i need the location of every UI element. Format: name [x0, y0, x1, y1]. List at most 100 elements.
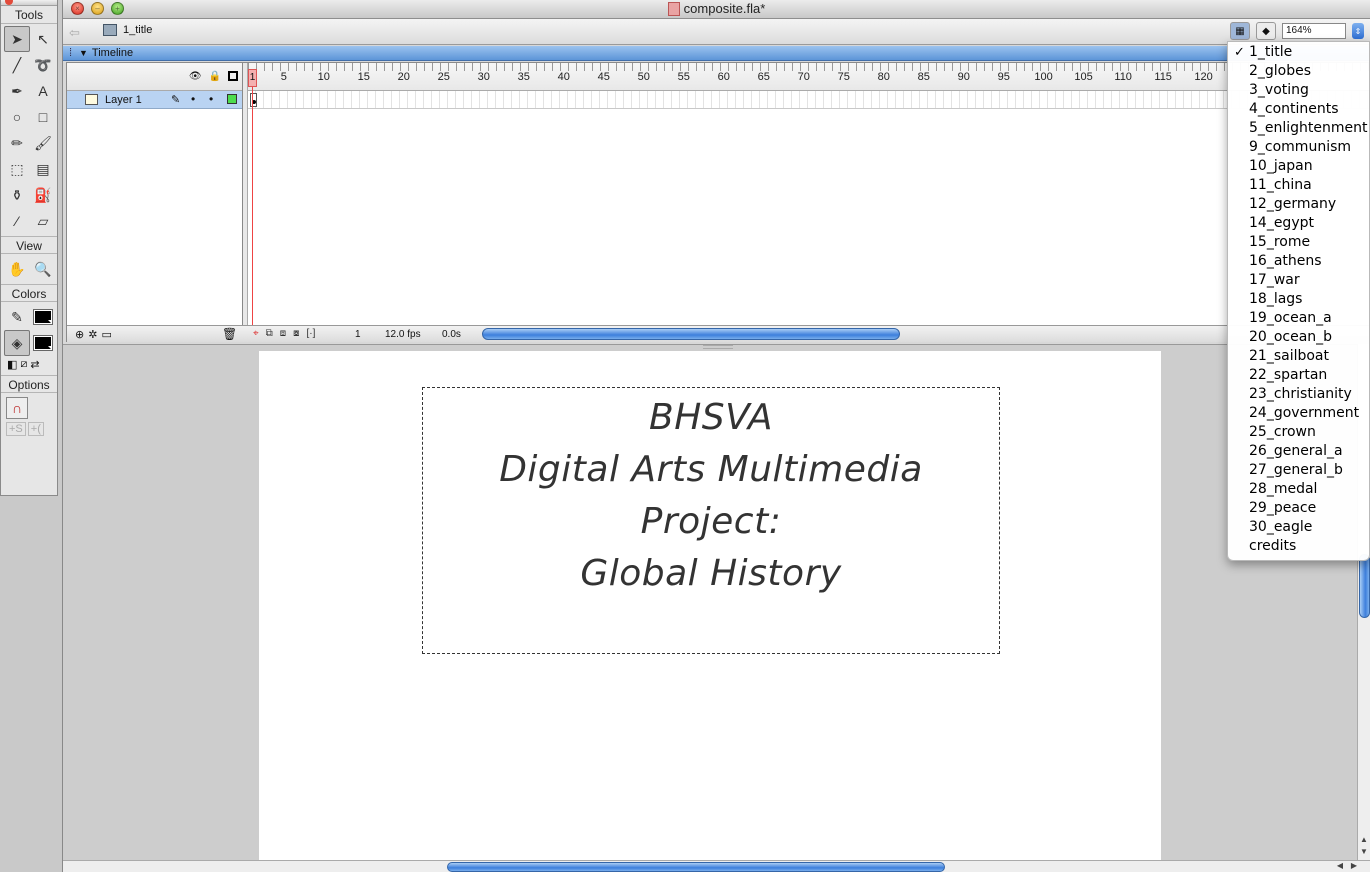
edit-multiple-icon[interactable]: ⧇: [293, 328, 299, 339]
scene-menu-item[interactable]: 2_globes: [1228, 62, 1369, 81]
scroll-right-arrow-icon[interactable]: ▶: [1351, 861, 1357, 870]
scene-menu-item[interactable]: credits: [1228, 537, 1369, 556]
eyedropper-icon[interactable]: ⁄: [4, 208, 30, 234]
timeline-scroll-thumb[interactable]: [482, 328, 900, 340]
visibility-dot[interactable]: •: [191, 92, 195, 106]
vertical-scroll-thumb[interactable]: [1359, 554, 1370, 618]
black-white-icon[interactable]: ◧: [7, 358, 17, 371]
horizontal-scroll-thumb[interactable]: [447, 862, 945, 872]
scene-menu-item[interactable]: 18_lags: [1228, 290, 1369, 309]
scene-menu-item[interactable]: 24_government: [1228, 404, 1369, 423]
outline-icon[interactable]: [228, 71, 238, 81]
onion-outline-icon[interactable]: ⧈: [280, 328, 286, 339]
ruler-number: 30: [477, 71, 490, 83]
back-arrow-icon[interactable]: ⇦: [69, 25, 80, 41]
scene-menu-item[interactable]: 12_germany: [1228, 195, 1369, 214]
scene-menu-item[interactable]: 4_continents: [1228, 100, 1369, 119]
layer-outline-color[interactable]: [227, 94, 237, 104]
stroke-color-swatch[interactable]: [30, 304, 56, 330]
lasso-icon[interactable]: ➰: [30, 52, 56, 78]
frame-ruler[interactable]: 5 10 15 20 25 30 35 40 45 50 55 60 65 70 75 80 85 90 95 100…: [248, 63, 1370, 91]
zoom-input[interactable]: 164%: [1282, 23, 1346, 39]
scene-menu-item[interactable]: 20_ocean_b: [1228, 328, 1369, 347]
scene-menu-item[interactable]: 19_ocean_a: [1228, 309, 1369, 328]
lock-icon[interactable]: 🔒: [209, 71, 221, 82]
playhead[interactable]: 1: [248, 69, 257, 87]
white-arrow-icon[interactable]: ↖: [30, 26, 56, 52]
scene-menu-item[interactable]: 10_japan: [1228, 157, 1369, 176]
timeline-header[interactable]: ⁞ ▼ Timeline: [63, 46, 1370, 61]
straighten-icon[interactable]: +(: [27, 422, 44, 436]
rectangle-icon[interactable]: □: [30, 104, 56, 130]
snap-magnet-icon[interactable]: ∩: [6, 397, 28, 419]
pen-icon[interactable]: ✒: [4, 78, 30, 104]
stage[interactable]: BHSVA Digital Arts Multimedia Project: G…: [259, 351, 1161, 867]
eye-icon[interactable]: 👁: [189, 71, 202, 82]
close-window-button[interactable]: ×: [71, 2, 84, 15]
resize-grip[interactable]: [703, 345, 733, 349]
scroll-left-arrow-icon[interactable]: ◀: [1337, 861, 1343, 870]
add-layer-icon[interactable]: ⊕: [75, 328, 84, 341]
zoom-dropdown-arrow[interactable]: ⇕: [1352, 23, 1364, 39]
scene-menu-item[interactable]: 26_general_a: [1228, 442, 1369, 461]
fill-color-swatch[interactable]: [30, 330, 56, 356]
line-icon[interactable]: ╱: [4, 52, 30, 78]
center-frame-icon[interactable]: ⌖: [253, 328, 259, 339]
arrow-icon[interactable]: ➤: [4, 26, 30, 52]
text-icon[interactable]: A: [30, 78, 56, 104]
scene-menu-item[interactable]: 21_sailboat: [1228, 347, 1369, 366]
scene-menu-item[interactable]: 17_war: [1228, 271, 1369, 290]
no-color-icon[interactable]: ⧄: [20, 358, 27, 371]
layer-row[interactable]: Layer 1 ✎ • •: [67, 91, 242, 109]
paint-bucket-icon[interactable]: ⛽: [30, 182, 56, 208]
scene-menu-item[interactable]: 25_crown: [1228, 423, 1369, 442]
frame-rate[interactable]: 12.0 fps: [385, 329, 421, 340]
zoom-window-button[interactable]: +: [111, 2, 124, 15]
scene-menu-item[interactable]: 15_rome: [1228, 233, 1369, 252]
lock-dot[interactable]: •: [209, 92, 213, 106]
scene-menu-item[interactable]: 5_enlightenment: [1228, 119, 1369, 138]
frame-row[interactable]: [248, 91, 1370, 109]
collapse-triangle-icon[interactable]: ▼: [79, 46, 88, 60]
fill-color-icon[interactable]: ◈: [4, 330, 30, 356]
scene-menu-item[interactable]: ✓ 1_title: [1228, 43, 1369, 62]
eraser-icon[interactable]: ▱: [30, 208, 56, 234]
brush-icon[interactable]: 🖌: [30, 130, 56, 156]
scene-menu-item[interactable]: 29_peace: [1228, 499, 1369, 518]
horizontal-scrollbar[interactable]: ◀ ▶: [63, 860, 1370, 872]
onion-skin-icon[interactable]: ⧉: [266, 328, 273, 339]
stage-text-field[interactable]: BHSVA Digital Arts Multimedia Project: G…: [422, 387, 1000, 654]
scroll-down-arrow-icon[interactable]: ▼: [1360, 847, 1368, 856]
minimize-window-button[interactable]: –: [91, 2, 104, 15]
ink-bottle-icon[interactable]: ⚱: [4, 182, 30, 208]
scene-menu-item[interactable]: 22_spartan: [1228, 366, 1369, 385]
oval-icon[interactable]: ○: [4, 104, 30, 130]
scene-menu-item[interactable]: 28_medal: [1228, 480, 1369, 499]
frames-area[interactable]: 5 10 15 20 25 30 35 40 45 50 55 60 65 70 75 80 85 90 95 100…: [248, 63, 1370, 325]
scene-menu-item[interactable]: 30_eagle: [1228, 518, 1369, 537]
scene-menu-item[interactable]: 16_athens: [1228, 252, 1369, 271]
scroll-up-arrow-icon[interactable]: ▲: [1360, 835, 1368, 844]
free-transform-icon[interactable]: ⬚: [4, 156, 30, 182]
scene-menu-item[interactable]: 11_china: [1228, 176, 1369, 195]
onion-markers-icon[interactable]: [·]: [307, 328, 316, 339]
pencil-icon[interactable]: ✏: [4, 130, 30, 156]
add-folder-icon[interactable]: ▭: [101, 328, 111, 341]
swap-colors-icon[interactable]: ⇄: [30, 358, 39, 371]
scene-menu-item[interactable]: 27_general_b: [1228, 461, 1369, 480]
breadcrumb[interactable]: 1_title: [103, 24, 152, 36]
smooth-icon[interactable]: +S: [6, 422, 26, 436]
trash-icon[interactable]: 🗑: [222, 327, 237, 341]
tools-close-button[interactable]: [5, 0, 13, 5]
edit-scene-button[interactable]: ▦: [1230, 22, 1250, 40]
zoom-icon[interactable]: 🔍: [30, 256, 56, 282]
scene-menu-item[interactable]: 3_voting: [1228, 81, 1369, 100]
edit-symbol-button[interactable]: ◆: [1256, 22, 1276, 40]
scene-menu-item[interactable]: 9_communism: [1228, 138, 1369, 157]
hand-icon[interactable]: ✋: [4, 256, 30, 282]
add-guide-layer-icon[interactable]: ✲: [88, 328, 97, 341]
gradient-transform-icon[interactable]: ▤: [30, 156, 56, 182]
panel-grip-icon[interactable]: ⁞: [69, 46, 77, 60]
scene-menu-item[interactable]: 23_christianity: [1228, 385, 1369, 404]
scene-menu-item[interactable]: 14_egypt: [1228, 214, 1369, 233]
